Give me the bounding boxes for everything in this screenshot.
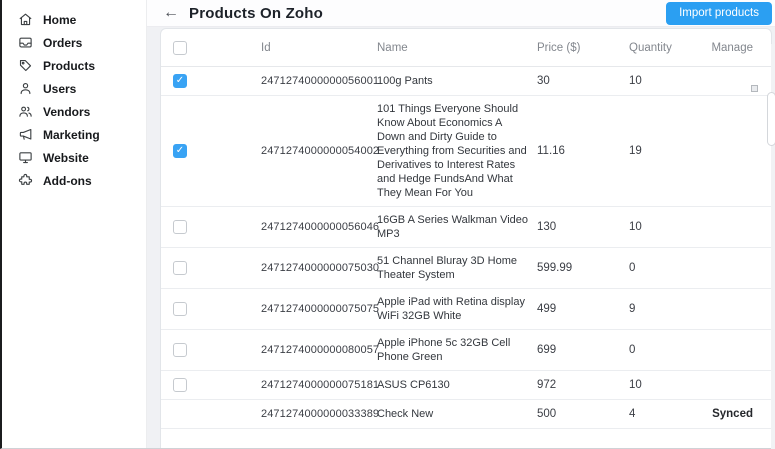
sidebar-item-users[interactable]: Users <box>2 77 146 100</box>
table-body: 2471274000000056001100g Pants30102471274… <box>161 67 771 429</box>
sidebar-item-home[interactable]: Home <box>2 8 146 31</box>
sidebar-item-orders[interactable]: Orders <box>2 31 146 54</box>
sidebar-item-vendors[interactable]: Vendors <box>2 100 146 123</box>
column-header-quantity: Quantity <box>629 41 672 54</box>
product-id-cell: 2471274000000075030 <box>261 262 380 274</box>
row-checkbox-cell <box>161 343 261 357</box>
header-checkbox-cell <box>161 40 261 55</box>
sidebar-item-label: Website <box>43 150 89 165</box>
product-name-cell: 101 Things Everyone Should Know About Ec… <box>377 103 527 199</box>
row-checkbox-cell <box>161 378 261 392</box>
page-header: ← Products On Zoho Import products <box>147 0 775 26</box>
product-name-cell: 16GB A Series Walkman Video MP3 <box>377 214 529 240</box>
row-checkbox[interactable] <box>173 378 187 392</box>
vendors-people-icon <box>17 103 34 120</box>
product-price-cell: 130 <box>537 221 557 233</box>
row-checkbox[interactable] <box>173 220 187 234</box>
product-id-cell: 2471274000000075075 <box>261 303 380 315</box>
product-quantity-cell: 10 <box>629 221 642 233</box>
table-row: 2471274000000080057 Apple iPhone 5c 32GB … <box>161 330 771 371</box>
row-checkbox-cell <box>161 261 261 275</box>
megaphone-icon <box>17 126 34 143</box>
product-id-cell: 2471274000000080057 <box>261 344 380 356</box>
scrollbar-thumb[interactable] <box>767 92 775 146</box>
back-arrow-icon[interactable]: ← <box>163 5 179 21</box>
product-quantity-cell: 4 <box>629 408 636 420</box>
product-manage-cell: Synced <box>712 408 753 420</box>
sidebar-item-label: Orders <box>43 35 83 50</box>
row-checkbox[interactable] <box>173 261 187 275</box>
row-checkbox[interactable] <box>173 343 187 357</box>
product-name-cell: ASUS CP6130 <box>377 379 450 391</box>
table-header-row: Id Name Price ($) Quantity Manage <box>161 29 771 67</box>
sidebar-item-label: Vendors <box>43 104 91 119</box>
table-row: 2471274000000056046 16GB A Series Walkman… <box>161 207 771 248</box>
product-quantity-cell: 19 <box>629 145 642 157</box>
column-header-price: Price ($) <box>537 41 581 54</box>
product-quantity-cell: 10 <box>629 75 642 87</box>
product-price-cell: 599.99 <box>537 262 573 274</box>
product-quantity-cell: 10 <box>629 379 642 391</box>
row-checkbox-cell <box>161 302 261 316</box>
sidebar-item-label: Home <box>43 12 77 27</box>
content-area: Id Name Price ($) Quantity Manage 247127… <box>147 26 775 448</box>
user-icon <box>17 80 34 97</box>
product-id-cell: 2471274000000075181 <box>261 379 380 391</box>
select-all-checkbox[interactable] <box>173 40 187 55</box>
sidebar-item-add-ons[interactable]: Add-ons <box>2 169 146 192</box>
monitor-icon <box>17 149 34 166</box>
page-title: Products On Zoho <box>189 4 324 22</box>
table-row: 2471274000000033389 Check New 500 4 Synced <box>161 400 771 429</box>
table-row: 2471274000000054002101 Things Everyone S… <box>161 96 771 207</box>
row-checkbox[interactable] <box>173 144 187 158</box>
product-price-cell: 972 <box>537 379 557 391</box>
product-name-cell: Apple iPad with Retina display WiFi 32GB… <box>377 296 525 322</box>
product-quantity-cell: 9 <box>629 303 636 315</box>
home-icon <box>17 11 34 28</box>
sidebar-item-label: Add-ons <box>43 173 92 188</box>
row-checkbox[interactable] <box>173 74 187 88</box>
product-quantity-cell: 0 <box>629 344 636 356</box>
product-price-cell: 500 <box>537 408 557 420</box>
products-table-card: Id Name Price ($) Quantity Manage 247127… <box>160 28 772 448</box>
table-row: 2471274000000075075 Apple iPad with Retin… <box>161 289 771 330</box>
sidebar-item-products[interactable]: Products <box>2 54 146 77</box>
product-name-cell: 100g Pants <box>377 75 433 87</box>
table-row: 2471274000000075181 ASUS CP6130 972 10 <box>161 371 771 400</box>
product-price-cell: 699 <box>537 344 557 356</box>
row-checkbox[interactable] <box>173 302 187 316</box>
product-price-cell: 30 <box>537 75 550 87</box>
product-quantity-cell: 0 <box>629 262 636 274</box>
row-checkbox-cell <box>161 74 261 88</box>
orders-inbox-icon <box>17 34 34 51</box>
column-settings-icon[interactable] <box>751 85 758 92</box>
sidebar-item-label: Marketing <box>43 127 100 142</box>
app-window: Home Orders Products Users Vendors Marketing W… <box>2 0 775 449</box>
column-header-name: Name <box>377 41 408 54</box>
product-price-cell: 499 <box>537 303 557 315</box>
puzzle-icon <box>17 172 34 189</box>
product-price-cell: 11.16 <box>537 145 565 157</box>
product-id-cell: 2471274000000056001 <box>261 75 380 87</box>
column-header-manage: Manage <box>711 41 753 54</box>
column-header-id: Id <box>261 41 271 54</box>
sidebar-item-website[interactable]: Website <box>2 146 146 169</box>
sidebar-item-label: Users <box>43 81 77 96</box>
import-products-button[interactable]: Import products <box>666 1 772 25</box>
product-id-cell: 2471274000000056046 <box>261 221 380 233</box>
sidebar: Home Orders Products Users Vendors Marketing W… <box>2 0 147 448</box>
product-id-cell: 2471274000000054002 <box>261 145 380 157</box>
sidebar-item-marketing[interactable]: Marketing <box>2 123 146 146</box>
row-checkbox-cell <box>161 220 261 234</box>
product-id-cell: 2471274000000033389 <box>261 408 380 420</box>
table-row: 2471274000000075030 51 Channel Bluray 3D … <box>161 248 771 289</box>
product-tag-icon <box>17 57 34 74</box>
table-row: 2471274000000056001100g Pants 30 10 <box>161 67 771 96</box>
product-name-cell: 51 Channel Bluray 3D Home Theater System <box>377 255 518 281</box>
product-name-cell: Apple iPhone 5c 32GB Cell Phone Green <box>377 337 511 363</box>
row-checkbox-cell <box>161 144 261 158</box>
main-area: ← Products On Zoho Import products Id Na… <box>147 0 775 449</box>
product-name-cell: Check New <box>377 408 434 420</box>
sidebar-item-label: Products <box>43 58 96 73</box>
